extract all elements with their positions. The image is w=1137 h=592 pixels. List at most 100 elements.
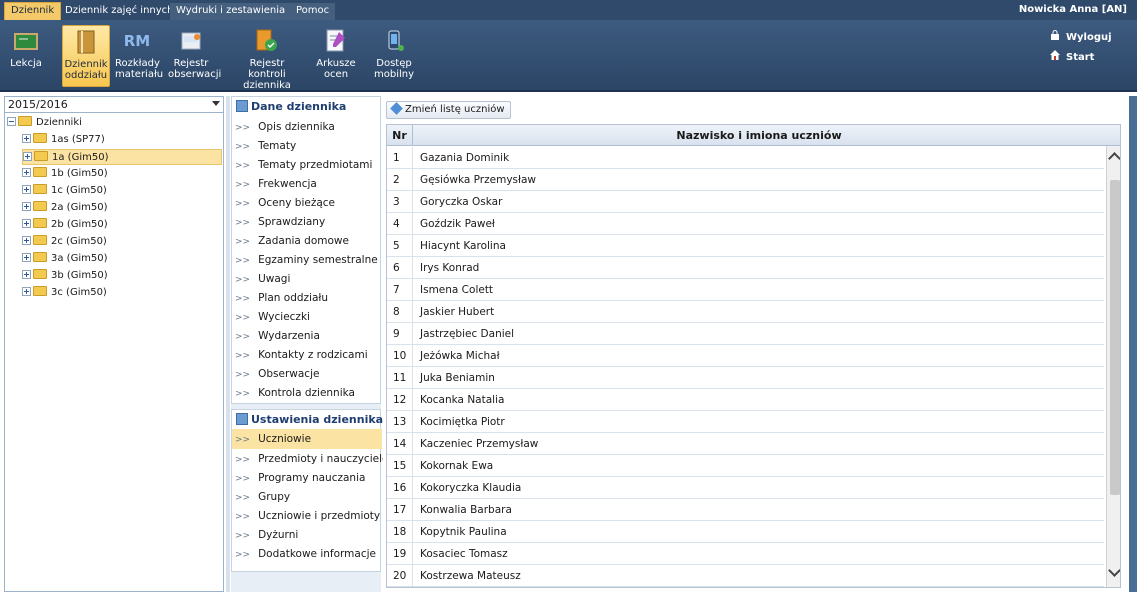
table-row[interactable]: 14 Kaczeniec Przemysław: [387, 433, 1104, 455]
scroll-down-icon[interactable]: [1108, 564, 1120, 577]
expand-icon[interactable]: [22, 253, 31, 262]
dostep-mobilny-button[interactable]: Dostęp mobilny: [372, 25, 416, 87]
double-chevron-icon: >>: [235, 435, 251, 445]
table-row[interactable]: 8 Jaskier Hubert: [387, 301, 1104, 323]
double-chevron-icon: >>: [235, 455, 251, 465]
table-row[interactable]: 7 Ismena Colett: [387, 279, 1104, 301]
double-chevron-icon: >>: [235, 256, 251, 266]
table-row[interactable]: 19 Kosaciec Tomasz: [387, 543, 1104, 565]
nav-item-uwagi[interactable]: >> Uwagi: [232, 269, 382, 289]
table-row[interactable]: 11 Juka Beniamin: [387, 367, 1104, 389]
table-row[interactable]: 15 Kokornak Ewa: [387, 455, 1104, 477]
nav-item-zadania-domowe[interactable]: >> Zadania domowe: [232, 231, 382, 251]
nav-item-tematy[interactable]: >> Tematy: [232, 136, 382, 156]
nav-item-obserwacje[interactable]: >> Obserwacje: [232, 364, 382, 384]
row-number: 18: [387, 521, 413, 543]
nav-item-wycieczki[interactable]: >> Wycieczki: [232, 307, 382, 327]
menu-tab-pomoc[interactable]: Pomoc: [290, 3, 336, 20]
collapse-icon[interactable]: [7, 117, 16, 126]
menu-tab-dziennik[interactable]: Dziennik: [4, 2, 62, 20]
table-row[interactable]: 9 Jastrzębiec Daniel: [387, 323, 1104, 345]
panel-splitter[interactable]: [226, 96, 230, 592]
nav-item-dyzurni[interactable]: >> Dyżurni: [232, 525, 382, 545]
row-number: 10: [387, 345, 413, 367]
expand-icon[interactable]: [22, 168, 31, 177]
tree-item[interactable]: 2c (Gim50): [22, 234, 107, 250]
table-row[interactable]: 17 Konwalia Barbara: [387, 499, 1104, 521]
nav-item-wydarzenia[interactable]: >> Wydarzenia: [232, 326, 382, 346]
table-row[interactable]: 20 Kostrzewa Mateusz: [387, 565, 1104, 587]
nav-item-plan-oddzialu[interactable]: >> Plan oddziału: [232, 288, 382, 308]
logout-link[interactable]: Wyloguj: [1050, 30, 1112, 43]
expand-icon[interactable]: [22, 185, 31, 194]
tree-item[interactable]: 2b (Gim50): [22, 217, 108, 233]
nav-item-uczniowie-i-przedmioty[interactable]: >> Uczniowie i przedmioty: [232, 506, 382, 526]
collapsed-side-panel[interactable]: [1129, 96, 1137, 592]
nav-item-grupy[interactable]: >> Grupy: [232, 487, 382, 507]
dziennik-oddzialu-button[interactable]: Dziennik oddziału: [62, 25, 110, 87]
nav-item-kontakty-z-rodzicami[interactable]: >> Kontakty z rodzicami: [232, 345, 382, 365]
menu-tab-wydruki[interactable]: Wydruki i zestawienia: [170, 3, 292, 20]
tree-item[interactable]: 1c (Gim50): [22, 183, 107, 199]
table-row[interactable]: 3 Goryczka Oskar: [387, 191, 1104, 213]
tree-item-selected[interactable]: 1a (Gim50): [22, 149, 222, 165]
table-row[interactable]: 13 Kocimiętka Piotr: [387, 411, 1104, 433]
tree-item[interactable]: 3a (Gim50): [22, 251, 107, 267]
rejestr-kontroli-button[interactable]: Rejestr kontroli dziennika: [230, 25, 304, 91]
table-row[interactable]: 1 Gazania Dominik: [387, 147, 1104, 169]
folder-icon: [33, 252, 47, 262]
table-row[interactable]: 16 Kokoryczka Klaudia: [387, 477, 1104, 499]
menu-tab-dziennik-zajec-innych[interactable]: Dziennik zajęć innych: [59, 3, 180, 20]
rozklady-materialu-button[interactable]: RM Rozkłady materiału: [115, 25, 163, 87]
nav-item-programy-nauczania[interactable]: >> Programy nauczania: [232, 468, 382, 488]
nav-item-dodatkowe-informacje[interactable]: >> Dodatkowe informacje: [232, 544, 382, 564]
table-row[interactable]: 5 Hiacynt Karolina: [387, 235, 1104, 257]
table-row[interactable]: 4 Goździk Paweł: [387, 213, 1104, 235]
lekcja-button[interactable]: Lekcja: [6, 25, 46, 87]
nav-item-frekwencja[interactable]: >> Frekwencja: [232, 174, 382, 194]
expand-icon[interactable]: [22, 236, 31, 245]
row-number: 4: [387, 213, 413, 235]
student-name: Kaczeniec Przemysław: [420, 438, 539, 450]
nav-item-sprawdziany[interactable]: >> Sprawdziany: [232, 212, 382, 232]
column-header-name[interactable]: Nazwisko i imiona uczniów: [414, 125, 1104, 146]
tree-root-dzienniki[interactable]: Dzienniki: [7, 115, 82, 131]
nav-item-tematy-przedmiotami[interactable]: >> Tematy przedmiotami: [232, 155, 382, 175]
table-row[interactable]: 12 Kocanka Natalia: [387, 389, 1104, 411]
change-student-list-button[interactable]: Zmień listę uczniów: [386, 101, 511, 119]
expand-icon[interactable]: [22, 219, 31, 228]
nav-item-opis-dziennika[interactable]: >> Opis dziennika: [232, 117, 382, 137]
expand-icon[interactable]: [23, 152, 32, 161]
tree-item[interactable]: 2a (Gim50): [22, 200, 107, 216]
scroll-up-icon[interactable]: [1108, 152, 1120, 165]
vertical-scrollbar[interactable]: [1106, 146, 1120, 587]
rejestr-obserwacji-button[interactable]: Rejestr obserwacji: [168, 25, 221, 87]
student-name: Goździk Paweł: [420, 218, 495, 230]
school-year-select[interactable]: 2015/2016: [5, 97, 223, 113]
column-header-nr[interactable]: Nr: [387, 125, 413, 146]
nav-item-oceny-biezace[interactable]: >> Oceny bieżące: [232, 193, 382, 213]
student-name: Kosaciec Tomasz: [420, 548, 508, 560]
student-name: Irys Konrad: [420, 262, 480, 274]
nav-item-uczniowie[interactable]: >> Uczniowie: [232, 429, 382, 449]
start-link[interactable]: Start: [1050, 50, 1094, 63]
chevron-down-icon: [212, 101, 220, 106]
table-header: Nr Nazwisko i imiona uczniów: [387, 125, 1120, 146]
expand-icon[interactable]: [22, 287, 31, 296]
tree-item[interactable]: 1b (Gim50): [22, 166, 108, 182]
nav-item-kontrola-dziennika[interactable]: >> Kontrola dziennika: [232, 383, 382, 403]
nav-item-egzaminy-semestralne[interactable]: >> Egzaminy semestralne: [232, 250, 382, 270]
table-row[interactable]: 6 Irys Konrad: [387, 257, 1104, 279]
scrollbar-thumb[interactable]: [1110, 180, 1120, 495]
expand-icon[interactable]: [22, 270, 31, 279]
tree-item[interactable]: 1as (SP77): [22, 132, 105, 148]
table-row[interactable]: 18 Kopytnik Paulina: [387, 521, 1104, 543]
expand-icon[interactable]: [22, 202, 31, 211]
table-row[interactable]: 2 Gęsiówka Przemysław: [387, 169, 1104, 191]
expand-icon[interactable]: [22, 134, 31, 143]
tree-item[interactable]: 3c (Gim50): [22, 285, 107, 301]
table-row[interactable]: 10 Jeżówka Michał: [387, 345, 1104, 367]
arkusze-ocen-button[interactable]: Arkusze ocen: [316, 25, 356, 87]
tree-item[interactable]: 3b (Gim50): [22, 268, 108, 284]
nav-item-przedmioty-i-nauczyciele[interactable]: >> Przedmioty i nauczyciele: [232, 449, 388, 469]
